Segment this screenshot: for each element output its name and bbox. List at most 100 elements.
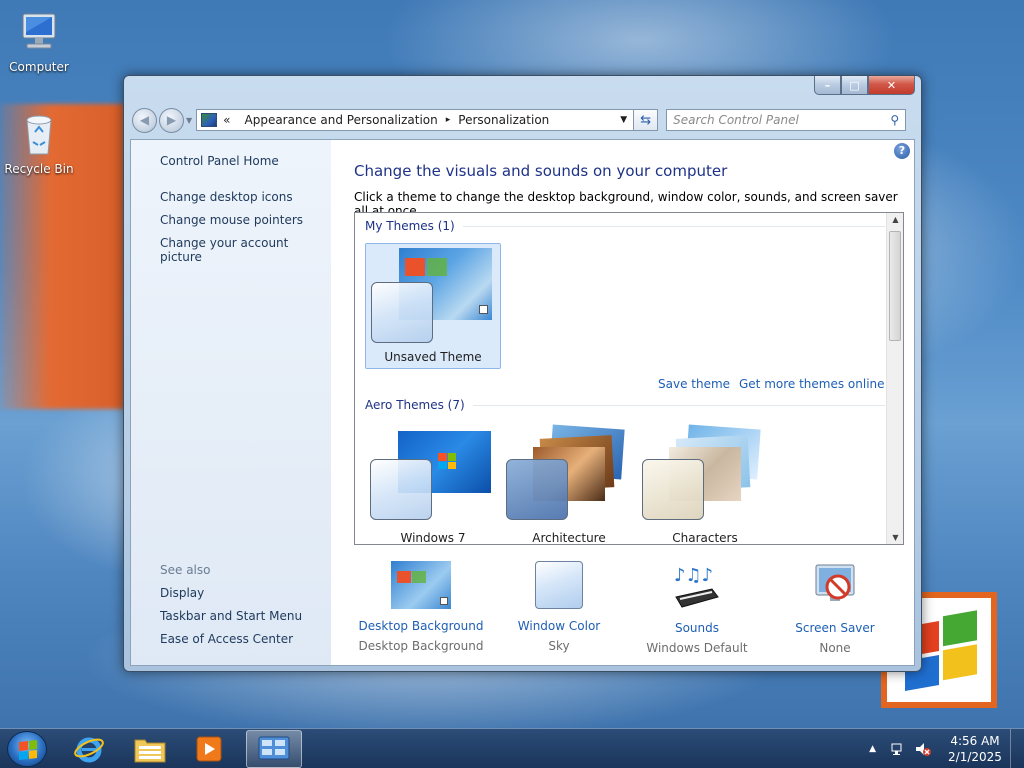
search-icon[interactable]: ⚲ xyxy=(890,113,899,127)
theme-label: Windows 7 xyxy=(400,531,466,545)
start-button[interactable] xyxy=(7,731,47,767)
show-desktop-button[interactable] xyxy=(1010,729,1024,768)
breadcrumb-personalization[interactable]: Personalization xyxy=(458,113,549,127)
window-color-value: Sky xyxy=(548,639,570,653)
windows-explorer-icon xyxy=(134,739,166,763)
aero-themes-header-label: Aero Themes (7) xyxy=(365,398,465,412)
svg-text:♪♫♪: ♪♫♪ xyxy=(674,565,713,586)
recent-pages-dropdown[interactable]: ▼ xyxy=(186,116,192,125)
address-bar[interactable]: « Appearance and Personalization ▸ Perso… xyxy=(196,109,635,131)
save-theme-link[interactable]: Save theme xyxy=(658,377,730,391)
ease-of-access-link[interactable]: Ease of Access Center xyxy=(160,632,293,646)
address-dropdown-icon[interactable]: ▼ xyxy=(620,115,627,125)
group-divider xyxy=(462,225,885,227)
see-also-label: See also xyxy=(160,563,211,577)
window-color-item[interactable]: Window Color Sky xyxy=(494,561,624,653)
refresh-button[interactable]: ⇆ xyxy=(634,109,659,131)
windows-flag-icon xyxy=(19,740,37,760)
search-input[interactable]: Search Control Panel ⚲ xyxy=(666,109,907,131)
change-mouse-pointers-link[interactable]: Change mouse pointers xyxy=(160,213,303,227)
theme-label: Architecture xyxy=(532,531,606,545)
main-pane: ? Change the visuals and sounds on your … xyxy=(331,140,914,665)
taskbar: ▲ 4:56 AM 2/1/2025 xyxy=(0,728,1024,768)
network-icon[interactable] xyxy=(890,741,906,757)
breadcrumb-overflow[interactable]: « xyxy=(223,113,230,127)
scrollbar-thumb[interactable] xyxy=(889,231,901,341)
help-icon[interactable]: ? xyxy=(894,143,910,159)
screen-saver-value: None xyxy=(819,641,851,655)
control-panel-icon xyxy=(258,736,290,760)
control-panel-icon xyxy=(201,113,218,127)
minimize-button[interactable]: – xyxy=(814,76,841,95)
maximize-button[interactable]: □ xyxy=(841,76,868,95)
content-area: Control Panel Home Change desktop icons … xyxy=(130,139,915,666)
windows-explorer-button[interactable] xyxy=(122,730,178,768)
group-divider xyxy=(472,404,885,406)
desktop-background-item[interactable]: Desktop Background Desktop Background xyxy=(356,561,486,653)
theme-unsaved[interactable]: Unsaved Theme xyxy=(365,243,501,369)
desktop-background-link[interactable]: Desktop Background xyxy=(356,619,486,633)
desktop-icon-label: Recycle Bin xyxy=(4,162,74,176)
taskbar-start-menu-link[interactable]: Taskbar and Start Menu xyxy=(160,609,302,623)
aero-themes-header[interactable]: Aero Themes (7) xyxy=(365,398,885,412)
internet-explorer-icon xyxy=(74,737,104,763)
desktop-background-icon xyxy=(391,561,451,609)
theme-architecture[interactable]: Architecture xyxy=(501,423,637,545)
window-color-swatch xyxy=(371,282,433,343)
forward-arrow-icon: ▶ xyxy=(166,113,177,127)
sounds-icon: ♪♫♪ xyxy=(666,561,728,611)
sounds-value: Windows Default xyxy=(646,641,748,655)
media-player-icon xyxy=(196,736,222,762)
breadcrumb-appearance[interactable]: Appearance and Personalization xyxy=(245,113,438,127)
page-title: Change the visuals and sounds on your co… xyxy=(354,162,728,180)
scroll-up-icon[interactable]: ▲ xyxy=(887,215,903,224)
window-color-link[interactable]: Window Color xyxy=(494,619,624,633)
internet-explorer-button[interactable] xyxy=(61,730,117,768)
theme-label: Unsaved Theme xyxy=(384,350,482,364)
clock-time: 4:56 AM xyxy=(950,734,1000,748)
desktop-icon-recycle-bin[interactable]: Recycle Bin xyxy=(0,110,79,176)
screen-saver-link[interactable]: Screen Saver xyxy=(770,621,900,635)
clock[interactable]: 4:56 AM 2/1/2025 xyxy=(940,733,1010,765)
recycle-bin-icon xyxy=(15,110,63,158)
change-account-picture-link[interactable]: Change your account picture xyxy=(160,236,331,264)
show-hidden-icons-icon[interactable]: ▲ xyxy=(869,744,876,754)
theme-characters[interactable]: Characters xyxy=(637,423,773,544)
screen-saver-item[interactable]: Screen Saver None xyxy=(770,561,900,655)
control-panel-taskbar-button[interactable] xyxy=(246,730,302,768)
my-themes-header[interactable]: My Themes (1) xyxy=(365,219,885,233)
back-arrow-icon: ◀ xyxy=(139,113,150,127)
volume-muted-icon[interactable] xyxy=(914,741,932,757)
change-desktop-icons-link[interactable]: Change desktop icons xyxy=(160,190,293,204)
themes-scrollbar[interactable]: ▲ ▼ xyxy=(886,213,903,544)
screen-saver-icon xyxy=(804,561,866,611)
media-player-button[interactable] xyxy=(181,730,237,768)
back-button[interactable]: ◀ xyxy=(132,107,157,133)
caption-buttons: – □ ✕ xyxy=(814,76,915,95)
scroll-down-icon[interactable]: ▼ xyxy=(887,533,903,542)
display-link[interactable]: Display xyxy=(160,586,204,600)
window-color-icon xyxy=(535,561,583,609)
forward-button[interactable]: ▶ xyxy=(159,107,184,133)
navigation-bar: ◀ ▶ ▼ « Appearance and Personalization ▸… xyxy=(132,106,913,134)
refresh-icon: ⇆ xyxy=(640,112,652,128)
desktop-background-value: Desktop Background xyxy=(358,639,484,653)
left-pane: Control Panel Home Change desktop icons … xyxy=(131,140,331,665)
sounds-item[interactable]: ♪♫♪ Sounds Windows Default xyxy=(632,561,762,655)
clock-date: 2/1/2025 xyxy=(948,750,1002,764)
theme-windows-7[interactable]: Windows 7 xyxy=(365,423,501,545)
control-panel-home-link[interactable]: Control Panel Home xyxy=(160,154,279,168)
window-color-swatch xyxy=(370,459,432,520)
close-button[interactable]: ✕ xyxy=(868,76,915,95)
personalization-window: – □ ✕ ◀ ▶ ▼ « Appearance and Personaliza… xyxy=(123,75,922,672)
search-placeholder: Search Control Panel xyxy=(673,113,799,127)
desktop-icon-label: Computer xyxy=(9,60,69,74)
desktop-icon-computer[interactable]: Computer xyxy=(0,8,79,74)
breadcrumb-separator-icon[interactable]: ▸ xyxy=(446,115,451,125)
computer-icon xyxy=(15,8,63,56)
window-color-swatch xyxy=(642,459,704,520)
window-color-swatch xyxy=(506,459,568,520)
my-themes-header-label: My Themes (1) xyxy=(365,219,455,233)
sounds-link[interactable]: Sounds xyxy=(632,621,762,635)
get-more-themes-link[interactable]: Get more themes online xyxy=(739,377,885,391)
